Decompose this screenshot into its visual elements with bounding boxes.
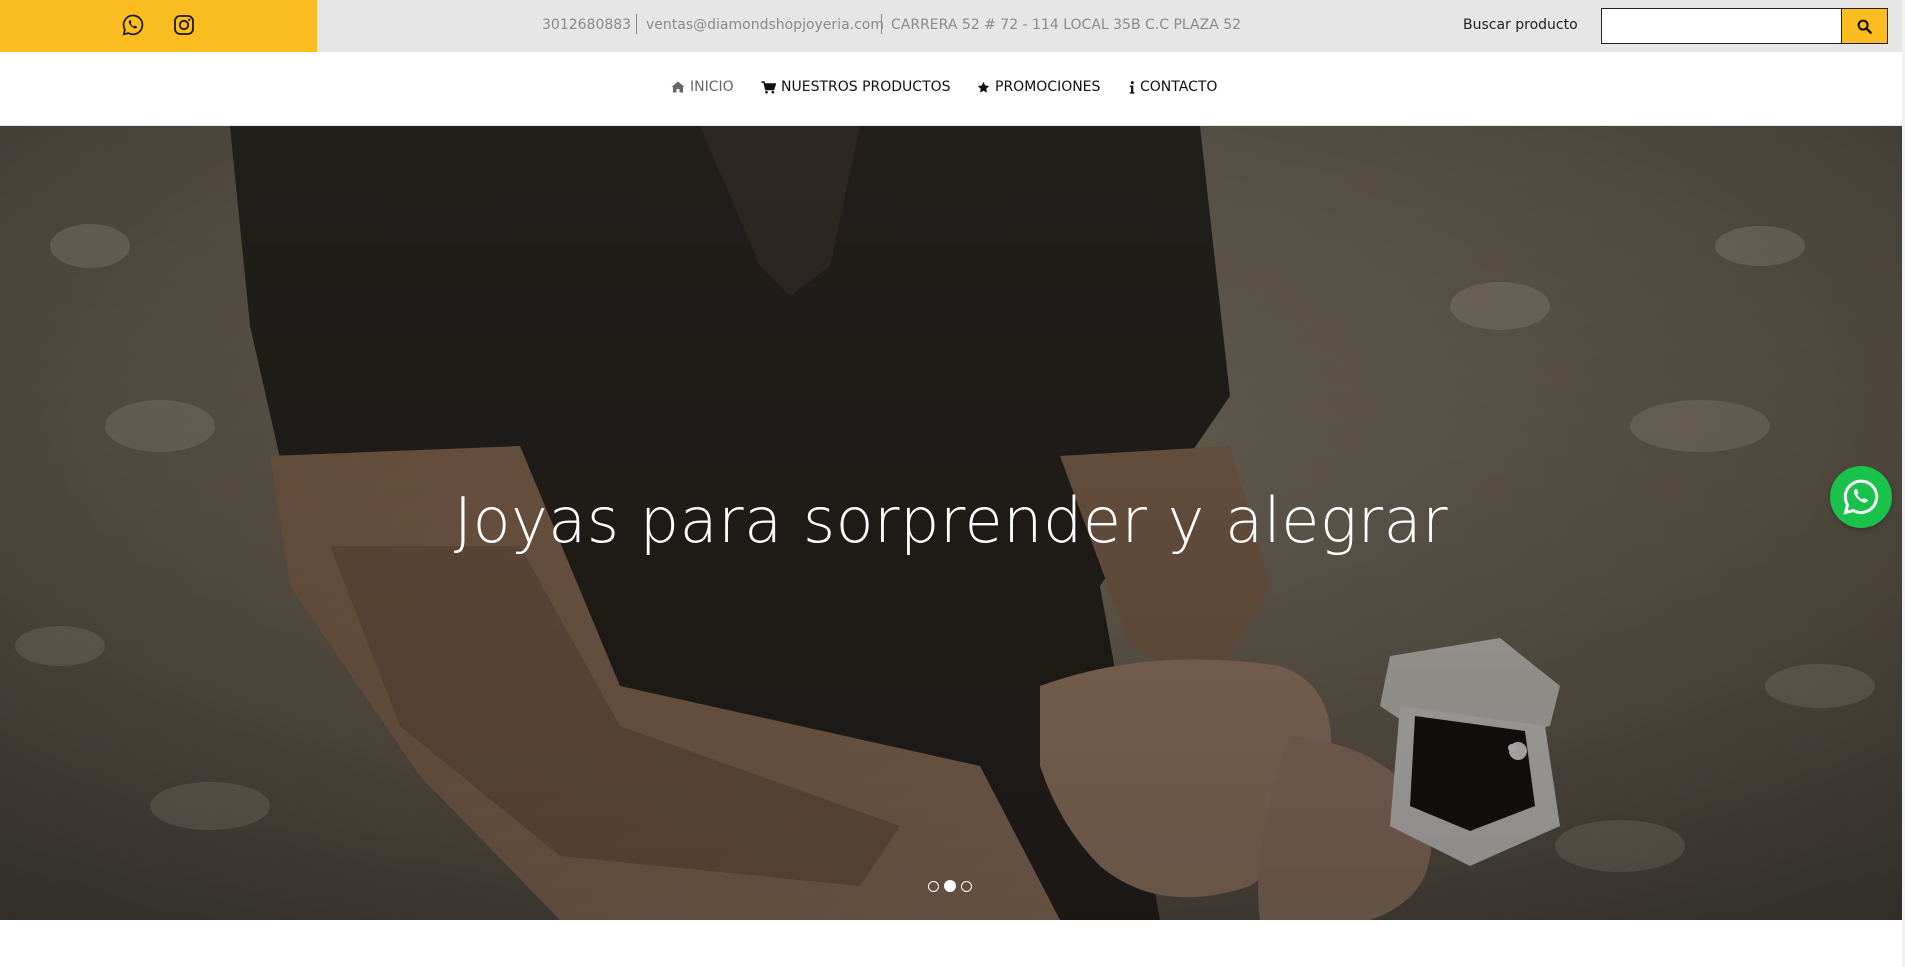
social-bar (0, 0, 317, 52)
whatsapp-chat-button[interactable] (1830, 466, 1892, 528)
separator (636, 14, 637, 34)
nav-label: PROMOCIONES (995, 79, 1101, 95)
slider-dots (928, 880, 972, 892)
nav-item-promociones[interactable]: PROMOCIONES (977, 79, 1100, 95)
search-input[interactable] (1601, 8, 1842, 44)
nav-item-productos[interactable]: NUESTROS PRODUCTOS (761, 79, 951, 95)
separator (881, 14, 882, 34)
nav-item-inicio[interactable]: INICIO (671, 79, 734, 95)
nav-item-contacto[interactable]: CONTACTO (1129, 79, 1217, 95)
hero-slider: Joyas para sorprender y alegrar (0, 126, 1905, 920)
slider-dot-2[interactable] (944, 880, 956, 892)
whatsapp-icon (1843, 479, 1879, 515)
nav-label: CONTACTO (1140, 79, 1218, 95)
nav-label: NUESTROS PRODUCTOS (781, 79, 951, 95)
search-label: Buscar producto (1463, 17, 1578, 33)
email-address[interactable]: ventas@diamondshopjoyeria.com (646, 17, 884, 33)
store-address: CARRERA 52 # 72 - 114 LOCAL 35B C.C PLAZ… (891, 17, 1242, 33)
phone-number: 3012680883 (542, 17, 632, 33)
top-bar: 3012680883 ventas@diamondshopjoyeria.com… (0, 0, 1905, 52)
search-button[interactable] (1842, 8, 1888, 44)
home-icon (671, 81, 685, 93)
slider-dot-1[interactable] (928, 881, 939, 892)
nav-label: INICIO (690, 79, 734, 95)
cart-icon (761, 80, 776, 93)
info-icon (1129, 80, 1135, 94)
main-nav: INICIO NUESTROS PRODUCTOS PROMOCIONES CO… (0, 52, 1905, 126)
whatsapp-icon[interactable] (121, 13, 145, 37)
star-icon (977, 81, 990, 93)
slider-dot-3[interactable] (961, 881, 972, 892)
search-icon (1857, 19, 1872, 34)
hero-title: Joyas para sorprender y alegrar (453, 484, 1449, 557)
instagram-icon[interactable] (172, 13, 196, 37)
